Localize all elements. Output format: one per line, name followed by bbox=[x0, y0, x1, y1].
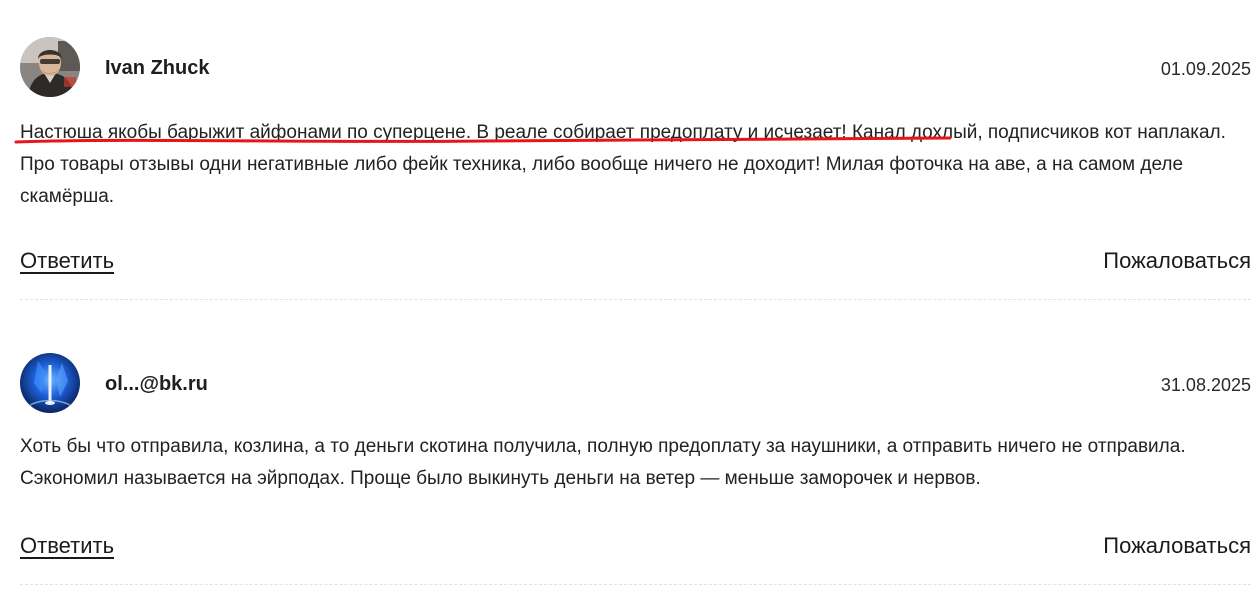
report-link[interactable]: Пожаловаться bbox=[1103, 246, 1251, 276]
reply-link[interactable]: Ответить bbox=[20, 246, 114, 276]
highlighted-text: Настюша якобы барыжит айфонами по суперц… bbox=[20, 122, 847, 143]
blue-abstract-avatar-icon bbox=[20, 353, 80, 413]
comment-item: Ivan Zhuck 01.09.2025 Настюша якобы бары… bbox=[14, 37, 1251, 300]
comment-text: Хоть бы что отправила, козлина, а то ден… bbox=[20, 436, 1186, 489]
comment-author: ol...@bk.ru bbox=[105, 373, 208, 395]
comment-author: Ivan Zhuck bbox=[105, 57, 210, 79]
comment-date: 01.09.2025 bbox=[1160, 59, 1251, 79]
user-photo-avatar-icon bbox=[20, 37, 80, 97]
report-link[interactable]: Пожаловаться bbox=[1103, 531, 1251, 561]
comment-date: 31.08.2025 bbox=[1160, 375, 1251, 395]
avatar[interactable] bbox=[20, 353, 80, 413]
divider bbox=[20, 584, 1251, 585]
comment-actions: Ответить Пожаловаться bbox=[20, 531, 1251, 561]
comment-text: Настюша якобы барыжит айфонами по суперц… bbox=[20, 117, 1251, 213]
divider bbox=[20, 299, 1251, 300]
comment-item: ol...@bk.ru 31.08.2025 Хоть бы что отпра… bbox=[20, 353, 1251, 585]
comment-actions: Ответить Пожаловаться bbox=[20, 246, 1251, 276]
avatar[interactable] bbox=[20, 37, 80, 97]
reply-link[interactable]: Ответить bbox=[20, 531, 114, 561]
